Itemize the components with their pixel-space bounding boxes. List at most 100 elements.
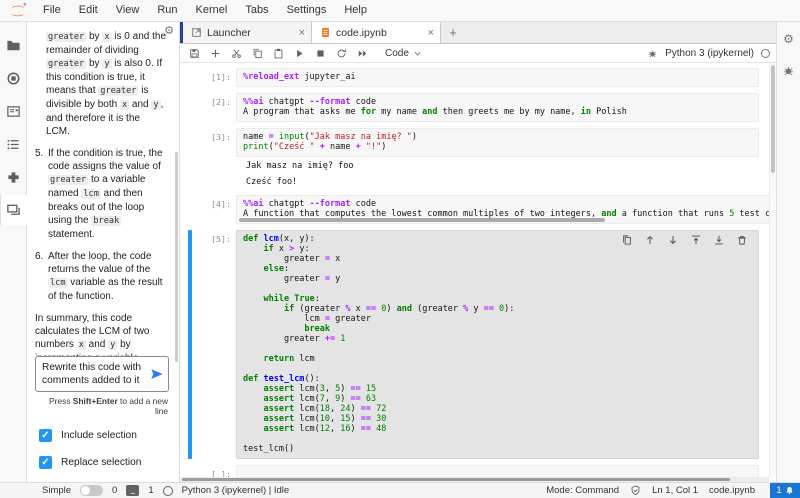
cell-execution-prompt: [3]:: [211, 132, 231, 142]
cell-hscrollbar-thumb[interactable]: [239, 218, 606, 222]
kernel-count[interactable]: 1: [148, 485, 153, 496]
stop-icon[interactable]: [314, 47, 326, 59]
send-icon[interactable]: [150, 367, 164, 381]
cell-type-dropdown[interactable]: Code: [385, 48, 409, 59]
notebook-cell: [5]: def lcm(x, y): if x > y: greater = x…: [188, 230, 759, 459]
inline-code: y: [108, 340, 118, 350]
duplicate-cell-icon[interactable]: [621, 234, 633, 246]
new-tab-button[interactable]: +: [441, 22, 465, 43]
left-activity-bar: [0, 22, 27, 482]
debugger-bug-icon[interactable]: [646, 47, 658, 59]
cut-icon[interactable]: [230, 47, 242, 59]
cell-input-editor[interactable]: name = input("Jak masz na imię? ") print(…: [236, 128, 759, 157]
cell-input-editor[interactable]: def lcm(x, y): if x > y: greater = x els…: [236, 230, 759, 459]
move-down-cell-icon[interactable]: [667, 234, 679, 246]
cell-execution-prompt: [4]:: [211, 199, 231, 209]
scrollbar-thumb[interactable]: [182, 478, 730, 481]
kernel-name[interactable]: Python 3 (ipykernel): [665, 48, 754, 59]
cell-row[interactable]: [3]: name = input("Jak masz na imię? ") pr…: [188, 128, 759, 157]
cell-input-editor[interactable]: %reload_ext jupyter_ai: [236, 68, 759, 87]
chevron-down-icon[interactable]: [412, 47, 424, 59]
simple-mode-toggle[interactable]: [80, 485, 104, 496]
restart-run-all-icon[interactable]: [356, 47, 368, 59]
notebook-mode[interactable]: Mode: Command: [546, 485, 619, 496]
chat-scrollbar-thumb[interactable]: [175, 152, 178, 362]
delete-cell-icon[interactable]: [736, 234, 748, 246]
inline-code: x: [119, 100, 130, 110]
code-line: break: [304, 324, 331, 334]
chat-input[interactable]: Rewrite this code with comments added to…: [35, 356, 169, 392]
notifications-badge[interactable]: 1: [770, 483, 800, 498]
cell-execution-prompt: [ ]:: [211, 469, 231, 477]
paste-icon[interactable]: [272, 47, 284, 59]
code-line: name = input("Jak masz na imię? "): [243, 132, 418, 142]
code-line: if (greater % x == 0) and (greater % y =…: [283, 304, 515, 314]
code-line: A program that asks me for my name and t…: [243, 107, 627, 117]
notebook-cell: [2]: %%ai chatgpt --format code A program …: [188, 93, 759, 122]
tab-launcher[interactable]: Launcher ×: [183, 22, 312, 43]
code-line: greater = y: [243, 274, 341, 284]
code-line: while True:: [263, 294, 320, 304]
cell-row[interactable]: [1]: %reload_ext jupyter_ai: [188, 68, 759, 87]
insert-cell-icon[interactable]: [209, 47, 221, 59]
cell-output: Cześć foo!: [246, 177, 298, 187]
cell-row[interactable]: [ ]:: [188, 465, 759, 477]
menu-help[interactable]: Help: [335, 4, 376, 16]
debugger-bug-icon[interactable]: [782, 64, 796, 78]
menu-kernel[interactable]: Kernel: [187, 4, 237, 16]
cursor-position[interactable]: Ln 1, Col 1: [652, 485, 698, 496]
notebook-vertical-scrollbar[interactable]: [769, 63, 776, 477]
running-sessions-icon[interactable]: [0, 63, 27, 93]
kernel-status-icon[interactable]: [761, 48, 770, 58]
menu-view[interactable]: View: [107, 4, 149, 16]
copy-icon[interactable]: [251, 47, 263, 59]
menu-file[interactable]: File: [34, 4, 70, 16]
close-tab-icon[interactable]: ×: [428, 27, 434, 39]
code-line: assert lcm(12, 16) == 48: [263, 424, 387, 434]
cell-output: Jak masz na imię? foo: [246, 161, 354, 171]
code-line: %%ai chatgpt --format code: [243, 97, 377, 107]
property-inspector-gears-icon[interactable]: ⚙: [782, 32, 796, 46]
scrollbar-thumb[interactable]: [771, 65, 775, 173]
cell-row[interactable]: [5]: def lcm(x, y): if x > y: greater = x…: [188, 230, 759, 459]
menu-run[interactable]: Run: [148, 4, 186, 16]
ai-chat-icon[interactable]: [0, 195, 27, 225]
cell-input-editor[interactable]: %%ai chatgpt --format code A function tha…: [236, 195, 769, 224]
run-icon[interactable]: [293, 47, 305, 59]
restart-kernel-icon[interactable]: [335, 47, 347, 59]
extensions-icon[interactable]: [0, 162, 27, 192]
cell-row[interactable]: [2]: %%ai chatgpt --format code A program …: [188, 93, 759, 122]
notebook-cell: [4]: %%ai chatgpt --format code A function…: [188, 195, 769, 224]
property-inspector-icon[interactable]: [0, 96, 27, 126]
cell-input-editor[interactable]: %%ai chatgpt --format code A program that…: [236, 93, 759, 122]
tab-code-ipynb[interactable]: code.ipynb ×: [312, 22, 441, 43]
move-up-cell-icon[interactable]: [644, 234, 656, 246]
menu-settings[interactable]: Settings: [278, 4, 336, 16]
file-browser-icon[interactable]: [0, 30, 27, 60]
notebook-toolbar: Code Python 3 (ipykernel): [180, 44, 776, 63]
include-selection-checkbox[interactable]: ✓ Include selection: [39, 429, 169, 442]
cell-execution-prompt: [2]:: [211, 97, 231, 107]
code-line: def test_lcm():: [243, 374, 320, 384]
simple-mode-label: Simple: [42, 485, 72, 496]
cell-input-editor[interactable]: [236, 465, 759, 477]
table-of-contents-icon[interactable]: [0, 129, 27, 159]
chat-paragraph: In summary, this code calculates the LCM…: [35, 312, 166, 356]
inline-code: x: [76, 340, 86, 350]
kernel-status-text[interactable]: Python 3 (ipykernel) | Idle: [182, 485, 290, 496]
save-icon[interactable]: [188, 47, 200, 59]
close-tab-icon[interactable]: ×: [299, 27, 305, 39]
insert-below-cell-icon[interactable]: [713, 234, 725, 246]
code-line: assert lcm(18, 24) == 72: [263, 404, 387, 414]
replace-selection-checkbox[interactable]: ✓ Replace selection: [39, 456, 169, 469]
cell-row[interactable]: [4]: %%ai chatgpt --format code A function…: [188, 195, 769, 224]
terminal-count[interactable]: 0: [112, 485, 117, 496]
chat-settings-gear-icon[interactable]: ⚙: [164, 26, 174, 37]
inline-code: break: [91, 216, 122, 226]
notebook-cell: [ ]:: [188, 465, 759, 477]
notebook-cell: [3]: name = input("Jak masz na imię? ") pr…: [188, 128, 759, 189]
insert-above-cell-icon[interactable]: [690, 234, 702, 246]
menu-tabs[interactable]: Tabs: [236, 4, 277, 16]
menu-edit[interactable]: Edit: [70, 4, 107, 16]
code-line: %reload_ext jupyter_ai: [243, 72, 356, 82]
